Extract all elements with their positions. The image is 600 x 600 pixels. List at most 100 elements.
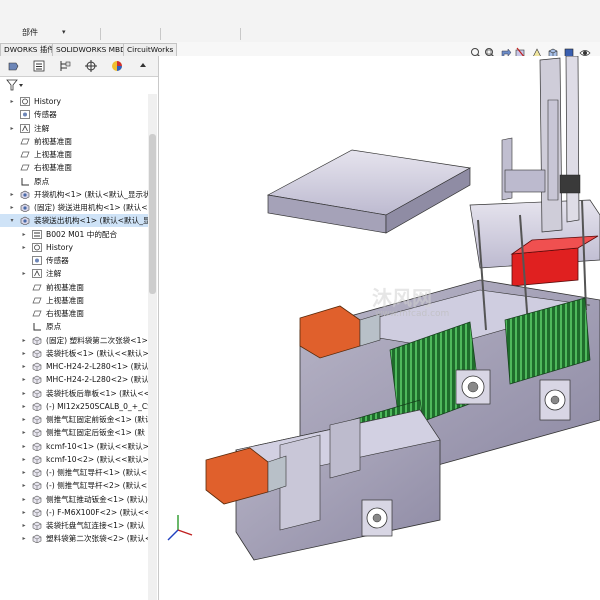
tree-row[interactable]: ▸ (-) MI12x250SCALB_0_+_CS: [0, 400, 148, 413]
plane-icon: [32, 309, 42, 318]
tree-row[interactable]: ▸ 注解: [0, 267, 148, 280]
tree-row[interactable]: ▸ 侧推气缸推动钣金<1> (默认): [0, 493, 148, 506]
tree-row[interactable]: ▸ (-) 侧推气缸导杆<1> (默认<: [0, 466, 148, 479]
tree-scrollbar[interactable]: [148, 94, 157, 600]
tree-row[interactable]: 原点: [0, 320, 148, 333]
tree-row[interactable]: ▸ MHC-H24-2-L280<2> (默认: [0, 373, 148, 386]
expand-icon[interactable]: ▸: [20, 440, 28, 453]
feature-tree: ▸ History 传感器 ▸ 注解 前视基准面 上视基准面 右视基准面 原点 ▸ 开袋机构<1> …: [0, 94, 148, 600]
tree-row-label: 开袋机构<1> (默认<默认_显示状: [34, 189, 148, 199]
expand-icon[interactable]: ▸: [8, 188, 16, 201]
expand-icon[interactable]: ▸: [20, 228, 28, 241]
expand-icon[interactable]: ▸: [8, 201, 16, 214]
tree-row[interactable]: 前视基准面: [0, 281, 148, 294]
expand-icon[interactable]: ▸: [20, 466, 28, 479]
tree-row[interactable]: 前视基准面: [0, 135, 148, 148]
subassembly-icon: [20, 216, 30, 226]
tree-row[interactable]: 原点: [0, 175, 148, 188]
tree-row[interactable]: 传感器: [0, 254, 148, 267]
sensor-icon: [32, 256, 42, 265]
tree-row[interactable]: ▸ MHC-H24-2-L280<1> (默认: [0, 360, 148, 373]
display-manager-icon[interactable]: [108, 59, 126, 73]
tree-row[interactable]: ▸ 侧推气缸固定前钣金<1> (默认: [0, 413, 148, 426]
expand-icon[interactable]: ▸: [20, 373, 28, 386]
tree-row[interactable]: 右视基准面: [0, 307, 148, 320]
property-manager-icon[interactable]: [30, 59, 48, 73]
expand-icon[interactable]: ▸: [8, 95, 16, 108]
subassembly-icon: [20, 203, 30, 213]
tree-row[interactable]: ▸ (固定) 袋送进用机构<1> (默认<默: [0, 201, 148, 214]
tree-row[interactable]: ▸ 塑料袋第二次张袋<2> (默认<: [0, 532, 148, 545]
plane-icon: [32, 283, 42, 292]
tree-row[interactable]: 上视基准面: [0, 294, 148, 307]
history-icon: [32, 242, 42, 252]
tree-row[interactable]: ▾ 装袋送出机构<1> (默认<默认_显示: [0, 214, 148, 228]
tree-row[interactable]: ▸ (-) 侧推气缸导杆<2> (默认<: [0, 479, 148, 492]
tree-row-label: (-) MI12x250SCALB_0_+_CS: [46, 401, 148, 411]
tree-row[interactable]: 上视基准面: [0, 148, 148, 161]
part-icon: [32, 428, 42, 438]
expand-icon[interactable]: ▸: [8, 122, 16, 135]
plane-icon: [20, 163, 30, 172]
part-icon: [32, 534, 42, 544]
expand-icon[interactable]: ▸: [20, 453, 28, 466]
filter-icon[interactable]: [6, 78, 26, 92]
tab-circuitworks[interactable]: CircuitWorks: [123, 43, 178, 56]
tree-row[interactable]: ▸ (固定) 塑料袋第二次张袋<1>: [0, 334, 148, 347]
tab-addins[interactable]: DWORKS 插件: [0, 43, 59, 56]
tree-row[interactable]: ▸ 开袋机构<1> (默认<默认_显示状: [0, 188, 148, 201]
tree-row[interactable]: 右视基准面: [0, 161, 148, 174]
expand-icon[interactable]: ▸: [20, 400, 28, 413]
feature-manager-icon[interactable]: [4, 59, 22, 73]
assembly-model[interactable]: [159, 56, 600, 600]
subassembly-icon: [20, 190, 30, 200]
feature-manager-panel: ▸ History 传感器 ▸ 注解 前视基准面 上视基准面 右视基准面 原点 ▸ 开袋机构<1> …: [0, 56, 159, 600]
tree-row[interactable]: ▸ B002 M01 中的配合: [0, 228, 148, 241]
expand-icon[interactable]: ▸: [20, 360, 28, 373]
configuration-manager-icon[interactable]: [56, 59, 74, 73]
expand-icon[interactable]: ▸: [20, 426, 28, 439]
tree-row[interactable]: 传感器: [0, 108, 148, 121]
expand-icon[interactable]: ▸: [20, 413, 28, 426]
tree-row[interactable]: ▸ kcmf-10<1> (默认<<默认>_: [0, 440, 148, 453]
plane-icon: [20, 150, 30, 159]
tree-row[interactable]: ▸ 装袋托板后靠板<1> (默认<<: [0, 387, 148, 400]
scrollbar-thumb[interactable]: [149, 134, 156, 294]
tab-mbd[interactable]: SOLIDWORKS MBD: [52, 43, 130, 56]
expand-icon[interactable]: ▸: [20, 479, 28, 492]
dimxpert-icon[interactable]: [82, 59, 100, 73]
tree-row-label: 注解: [46, 269, 62, 279]
graphics-area[interactable]: 沐风网 www.mfcad.com: [159, 56, 600, 600]
tree-row-label: MHC-H24-2-L280<1> (默认: [46, 362, 148, 371]
tree-row-label: (-) F-M6X100F<2> (默认<<: [46, 507, 148, 517]
part-icon: [32, 495, 42, 504]
origin-icon: [20, 177, 30, 186]
tree-row-label: 注解: [34, 123, 50, 133]
tree-row-label: 装袋托板<1> (默认<<默认>_: [46, 348, 148, 358]
tree-row[interactable]: ▸ History: [0, 95, 148, 108]
expand-icon[interactable]: ▸: [20, 334, 28, 347]
expand-icon[interactable]: ▸: [20, 267, 28, 280]
tree-row-label: (固定) 塑料袋第二次张袋<1>: [46, 335, 148, 345]
tree-row-label: History: [34, 97, 62, 106]
part-icon: [32, 402, 42, 412]
expand-icon[interactable]: ▸: [20, 493, 28, 506]
tree-row-label: (-) 侧推气缸导杆<2> (默认<: [46, 481, 148, 491]
tree-row-label: 原点: [46, 322, 62, 332]
tree-row[interactable]: ▸ 装袋托盘气缸连接<1> (默认: [0, 519, 148, 532]
tree-row[interactable]: ▸ (-) F-M6X100F<2> (默认<<: [0, 506, 148, 519]
tree-row[interactable]: ▸ kcmf-10<2> (默认<<默认>_: [0, 453, 148, 466]
expand-icon[interactable]: ▸: [20, 387, 28, 400]
expand-icon[interactable]: ▸: [20, 532, 28, 545]
expand-icon[interactable]: ▸: [20, 347, 28, 360]
expand-icon[interactable]: ▸: [20, 519, 28, 532]
tree-row[interactable]: ▸ 注解: [0, 122, 148, 135]
collapse-icon[interactable]: ▾: [8, 214, 16, 227]
more-panels-icon[interactable]: [134, 59, 152, 73]
tree-row[interactable]: ▸ 装袋托板<1> (默认<<默认>_: [0, 347, 148, 360]
tree-row[interactable]: ▸ History: [0, 241, 148, 254]
plane-icon: [32, 296, 42, 305]
expand-icon[interactable]: ▸: [20, 241, 28, 254]
tree-row[interactable]: ▸ 侧推气缸固定后钣金<1> (默: [0, 426, 148, 439]
expand-icon[interactable]: ▸: [20, 506, 28, 519]
